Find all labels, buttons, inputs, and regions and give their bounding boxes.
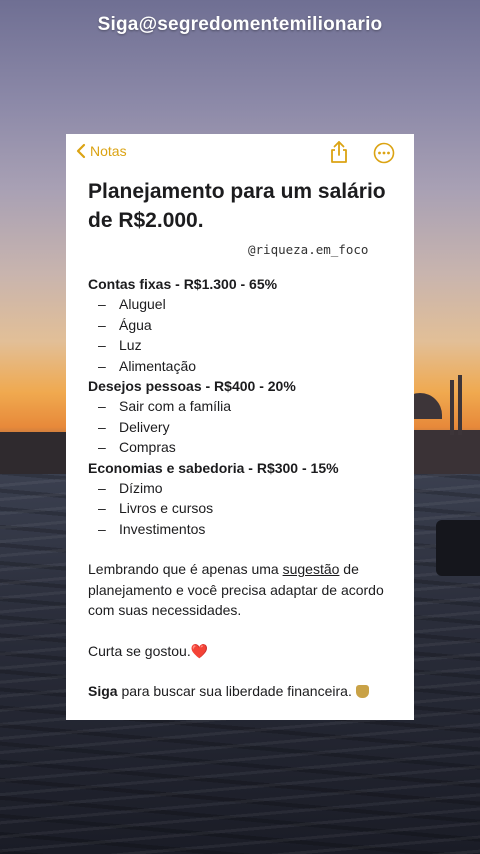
section-heading: Desejos pessoas - R$400 - 20% bbox=[88, 378, 296, 395]
section-heading: Contas fixas - R$1.300 - 65% bbox=[88, 276, 278, 292]
list-item: – Sair com a família bbox=[98, 398, 232, 415]
list-item: – Compras bbox=[98, 439, 176, 456]
note-title: Planejamento para um salário de R$2.000. bbox=[88, 180, 386, 232]
watermark-text: Siga@segredomentemilionario bbox=[97, 14, 383, 35]
note-body: Contas fixas - R$1.300 - 65% – Aluguel – Á… bbox=[88, 274, 408, 701]
chevron-left-icon bbox=[76, 143, 86, 159]
list-item: – Delivery bbox=[98, 418, 170, 435]
background-minaret bbox=[450, 380, 454, 435]
follow-paragraph: Siga para buscar sua liberdade financeir… bbox=[88, 681, 408, 701]
list-item: – Luz bbox=[98, 337, 142, 354]
background-mosque-shore bbox=[410, 430, 480, 474]
section-savings: Economias e sabedoria - R$300 - 15% – Díz… bbox=[88, 458, 408, 540]
section-heading: Economias e sabedoria - R$300 - 15% bbox=[88, 459, 339, 476]
author-handle: @riqueza.em_foco bbox=[248, 242, 369, 257]
ellipsis-circle-icon bbox=[373, 142, 395, 164]
section-personal-wants: Desejos pessoas - R$400 - 20% – Sair com … bbox=[88, 376, 408, 458]
more-options-button[interactable] bbox=[373, 142, 395, 169]
like-paragraph: Curta se gostou.❤️ bbox=[88, 642, 209, 659]
background-minaret bbox=[458, 375, 462, 435]
list-item: – Dízimo bbox=[98, 480, 163, 497]
list-item: – Livros e cursos bbox=[98, 500, 214, 517]
back-button[interactable]: Notas bbox=[76, 143, 127, 159]
reminder-paragraph: Lembrando que é apenas uma sugestão de p… bbox=[88, 561, 384, 619]
share-icon bbox=[331, 141, 347, 163]
share-button[interactable] bbox=[328, 140, 350, 169]
notes-card: Notas Planejamento para um salário de R$… bbox=[66, 134, 414, 720]
section-fixed-costs: Contas fixas - R$1.300 - 65% – Aluguel – Á… bbox=[88, 274, 408, 376]
notes-toolbar: Notas bbox=[66, 134, 414, 174]
background-shore bbox=[0, 432, 70, 474]
list-item: – Aluguel bbox=[98, 296, 166, 313]
background-boat bbox=[436, 520, 480, 576]
suggestion-link: sugestão bbox=[282, 561, 340, 578]
heart-icon: ❤️ bbox=[190, 642, 209, 659]
list-item: – Alimentação bbox=[98, 357, 197, 374]
list-item: – Investimentos bbox=[98, 520, 206, 537]
money-bag-icon bbox=[355, 684, 369, 698]
back-label: Notas bbox=[90, 143, 127, 159]
list-item: – Água bbox=[98, 316, 152, 333]
